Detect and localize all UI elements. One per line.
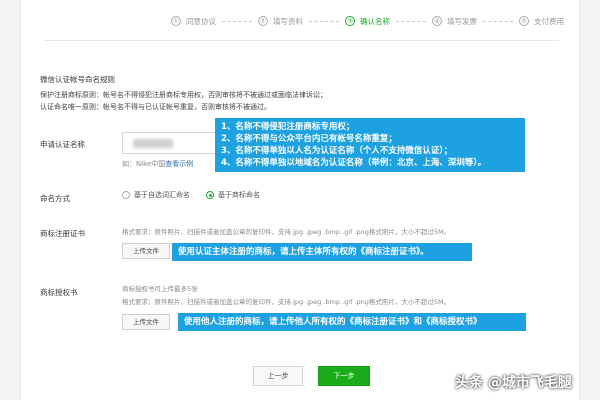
step-label: 同意协议 xyxy=(186,16,216,26)
naming-method-label: 命名方式 xyxy=(40,194,70,203)
steps-divider xyxy=(43,40,559,41)
naming-option-label: 基于自选词汇命名 xyxy=(134,191,190,199)
step-label: 填写发票 xyxy=(447,16,477,26)
trademark-certificate-label: 商标注册证书 xyxy=(40,229,85,238)
callout-line: 3、名称不得单独以人名为认证名称（个人不支持微信认证）； xyxy=(221,146,453,156)
main-panel: ① 同意协议 ② 填写资料 ③ 确认名称 ④ 填写发票 ⑤ 支付费用 xyxy=(20,0,580,400)
upload-trademark-button[interactable]: 上传文件 xyxy=(122,243,170,259)
rules-callout: 1、名称不得侵犯注册商标专用权； 2、名称不得与公众平台内已有帐号名称重复； 3… xyxy=(215,118,525,172)
step-confirm-name: ③ 确认名称 xyxy=(345,16,390,27)
authorization-callout: 使用他人注册的商标，请上传他人所有权的《商标注册证书》和《商标授权书》 xyxy=(178,313,526,331)
next-step-button[interactable]: 下一步 xyxy=(318,366,370,386)
step-separator xyxy=(222,20,252,22)
redacted-value xyxy=(133,139,173,148)
view-example-link[interactable]: 查看示例 xyxy=(165,160,193,168)
step-label: 填写资料 xyxy=(273,16,303,26)
naming-option-label: 基于商标命名 xyxy=(218,191,260,199)
previous-step-button[interactable]: 上一步 xyxy=(253,366,303,386)
callout-line: 2、名称不得与公众平台内已有帐号名称重复； xyxy=(221,134,397,144)
step-number: ① xyxy=(171,16,181,26)
step-number: ② xyxy=(258,16,268,26)
step-separator xyxy=(396,20,426,22)
step-separator xyxy=(309,20,339,22)
naming-option-custom[interactable]: 基于自选词汇命名 xyxy=(122,190,190,200)
callout-line: 4、名称不得单独以地域名为认证名称（举例：北京、上海、深圳等）。 xyxy=(221,158,487,168)
callout-line: 1、名称不得侵犯注册商标专用权； xyxy=(221,122,355,132)
upload-authorization-button[interactable]: 上传文件 xyxy=(122,314,170,330)
step-label: 确认名称 xyxy=(360,16,390,26)
radio-checked-icon[interactable] xyxy=(206,191,214,199)
trademark-format-hint: 格式要求：原件照片、扫描件或者加盖公章的复印件，支持.jpg .jpeg .bm… xyxy=(122,228,451,236)
authorization-count-hint: 商标授权书可上传最多5张 xyxy=(122,285,198,293)
step-number: ④ xyxy=(432,16,442,26)
watermark: 头条 @城市飞毛腿 xyxy=(455,375,572,391)
authorization-format-hint: 格式要求：原件照片、扫描件或者加盖公章的复印件，支持.jpg .jpeg .bm… xyxy=(122,298,451,306)
step-number: ③ xyxy=(345,16,355,26)
name-label: 申请认证名称 xyxy=(40,140,85,149)
step-indicator: ① 同意协议 ② 填写资料 ③ 确认名称 ④ 填写发票 ⑤ 支付费用 xyxy=(171,14,564,28)
step-number: ⑤ xyxy=(519,16,529,26)
step-info: ② 填写资料 xyxy=(258,16,303,27)
naming-option-trademark[interactable]: 基于商标命名 xyxy=(206,190,260,200)
rules-line-unique: 认证命名唯一原则：帐号名不得与已认证帐号重复，否则审核将不被通过。 xyxy=(40,103,271,111)
rules-line-trademark: 保护注册商标原则：帐号名不得侵犯注册商标专用权，否则审核将不被通过或面临法律诉讼… xyxy=(40,91,327,99)
naming-rules: 微信认证帐号命名规则 保护注册商标原则：帐号名不得侵犯注册商标专用权，否则审核将… xyxy=(40,74,327,113)
step-agree: ① 同意协议 xyxy=(171,16,216,27)
authorization-letter-label: 商标授权书 xyxy=(40,288,78,297)
step-invoice: ④ 填写发票 xyxy=(432,16,477,27)
radio-unchecked-icon[interactable] xyxy=(122,191,130,199)
trademark-callout: 使用认证主体注册的商标，请上传主体所有权的《商标注册证书》。 xyxy=(172,243,472,261)
step-label: 支付费用 xyxy=(534,16,564,26)
example-text: 如：Nike中国 xyxy=(122,160,166,168)
step-separator xyxy=(483,20,513,22)
rules-title: 微信认证帐号命名规则 xyxy=(40,75,115,84)
naming-method-options: 基于自选词汇命名 基于商标命名 xyxy=(122,190,276,200)
step-pay: ⑤ 支付费用 xyxy=(519,16,564,27)
name-example: 如：Nike中国查看示例 xyxy=(122,159,193,169)
